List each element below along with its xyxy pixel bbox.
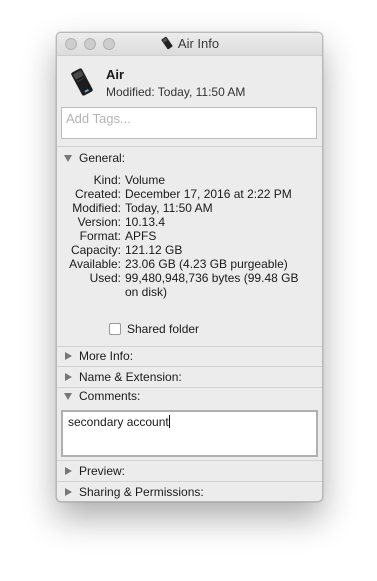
info-row-used: Used: 99,480,948,736 bytes (99.48 GB bbox=[57, 271, 322, 285]
section-comments-label: Comments: bbox=[79, 389, 141, 403]
section-preview[interactable]: Preview: bbox=[57, 461, 322, 481]
info-row-available: Available: 23.06 GB (4.23 GB purgeable) bbox=[57, 257, 322, 271]
info-value: Volume bbox=[125, 173, 166, 187]
disclosure-triangle-icon[interactable] bbox=[65, 488, 72, 496]
comments-textarea[interactable]: secondary account bbox=[61, 410, 318, 457]
disclosure-triangle-icon[interactable] bbox=[65, 373, 72, 381]
text-cursor bbox=[168, 415, 170, 428]
file-header: Air Modified: Today, 11:50 AM bbox=[57, 55, 322, 103]
disclosure-triangle-icon[interactable] bbox=[64, 155, 72, 162]
info-value: 23.06 GB (4.23 GB purgeable) bbox=[125, 257, 288, 271]
info-row-version: Version: 10.13.4 bbox=[57, 215, 322, 229]
info-value: 121.12 GB bbox=[125, 243, 183, 257]
info-value: Today, 11:50 AM bbox=[125, 201, 213, 215]
shared-folder-checkbox[interactable] bbox=[109, 323, 121, 335]
info-window: Air Info Air Modified: Today, 11:50 AM A… bbox=[56, 32, 323, 502]
section-sharing-permissions[interactable]: Sharing & Permissions: bbox=[57, 482, 322, 501]
disclosure-triangle-icon[interactable] bbox=[65, 352, 72, 360]
info-row-format: Format: APFS bbox=[57, 229, 322, 243]
disclosure-triangle-icon[interactable] bbox=[64, 393, 72, 400]
info-label: Available: bbox=[69, 257, 121, 271]
info-value: on disk) bbox=[125, 285, 168, 299]
section-name-extension[interactable]: Name & Extension: bbox=[57, 367, 322, 387]
section-general-label: General: bbox=[79, 151, 126, 165]
divider bbox=[57, 146, 322, 147]
info-value: 99,480,948,736 bytes (99.48 GB bbox=[125, 271, 299, 285]
info-value: APFS bbox=[125, 229, 157, 243]
section-name-extension-label: Name & Extension: bbox=[79, 370, 182, 384]
section-preview-label: Preview: bbox=[79, 464, 126, 478]
info-row-created: Created: December 17, 2016 at 2:22 PM bbox=[57, 187, 322, 201]
tags-placeholder: Add Tags... bbox=[66, 111, 131, 126]
info-row-kind: Kind: Volume bbox=[57, 173, 322, 187]
section-general[interactable]: General: bbox=[57, 148, 322, 168]
section-sharing-label: Sharing & Permissions: bbox=[79, 485, 204, 499]
info-label: Format: bbox=[79, 229, 121, 243]
info-row-used-cont: on disk) bbox=[57, 285, 322, 299]
window-title: Air Info bbox=[57, 36, 322, 51]
info-value: 10.13.4 bbox=[125, 215, 166, 229]
section-comments[interactable]: Comments: bbox=[57, 386, 322, 406]
window-title-text: Air Info bbox=[177, 36, 220, 51]
shared-folder-label: Shared folder bbox=[127, 322, 200, 336]
info-row-capacity: Capacity: 121.12 GB bbox=[57, 243, 322, 257]
info-label: Modified: bbox=[72, 201, 121, 215]
section-more-info[interactable]: More Info: bbox=[57, 346, 322, 366]
info-label: Kind: bbox=[93, 173, 121, 187]
file-modified-date: Modified: Today, 11:50 AM bbox=[106, 85, 246, 99]
external-drive-icon bbox=[71, 68, 93, 96]
comments-value: secondary account bbox=[68, 415, 169, 429]
tags-field[interactable]: Add Tags... bbox=[61, 107, 317, 139]
external-drive-icon bbox=[161, 36, 173, 50]
disclosure-triangle-icon[interactable] bbox=[65, 467, 72, 475]
info-label: Created: bbox=[74, 187, 121, 201]
info-value: December 17, 2016 at 2:22 PM bbox=[125, 187, 292, 201]
section-more-info-label: More Info: bbox=[79, 349, 134, 363]
file-name: Air bbox=[106, 67, 125, 82]
info-label: Used: bbox=[89, 271, 121, 285]
info-label: Version: bbox=[77, 215, 121, 229]
title-bar[interactable]: Air Info bbox=[57, 33, 322, 56]
info-row-modified: Modified: Today, 11:50 AM bbox=[57, 201, 322, 215]
comments-text-wrap: secondary account bbox=[68, 415, 170, 429]
info-label: Capacity: bbox=[70, 243, 121, 257]
